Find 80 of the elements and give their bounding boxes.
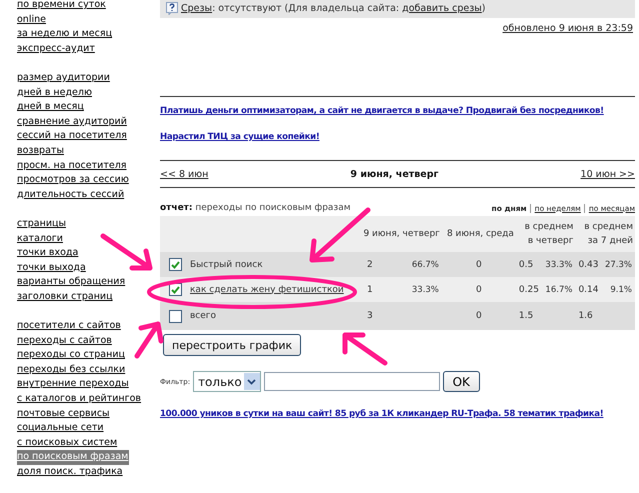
sidebar-link[interactable]: точки выхода [17,260,87,276]
count-value: 0.43 [578,260,598,270]
column-header: в среднем за 7 дней [575,216,635,252]
sidebar-link[interactable]: страницы [17,216,67,232]
slices-link[interactable]: Срезы [181,2,212,14]
sidebar-link[interactable]: переходы с сайтов [17,334,113,348]
sidebar-link[interactable]: переходы со страниц [17,348,126,363]
sidebar-link[interactable]: за неделю и месяц [17,27,114,42]
sidebar-link[interactable]: социальные сети [17,421,105,436]
count-value: 0.14 [578,284,598,294]
sidebar-link[interactable]: каталоги [17,232,64,246]
count-value: 0 [476,284,482,294]
column-header: 8 июня, среда [442,216,516,252]
sidebar-link[interactable]: экспресс-аудит [17,42,96,56]
sidebar-link[interactable]: по времени суток [17,0,107,13]
row-label: Быстрый поиск [190,260,263,270]
sidebar-link[interactable]: длительность сессий [17,188,126,202]
row-label: всего [190,311,216,321]
checkbox[interactable] [169,310,182,322]
count-value: 0.5 [518,260,534,270]
current-date: 9 июня, четверг [350,168,439,180]
sidebar-link[interactable]: по поисковым фразам [17,450,130,465]
filter-mode-select[interactable]: только [193,371,261,392]
previous-day-link[interactable]: << 8 июн [160,168,208,180]
sidebar-link[interactable]: почтовые сервисы [17,406,111,422]
count-value: 1 [367,284,373,294]
count-value: 1.5 [518,311,534,321]
rebuild-chart-button[interactable]: перестроить график [163,334,302,356]
next-day-link[interactable]: 10 июн >> [580,168,635,180]
count-value: 3 [367,311,373,321]
sidebar-link[interactable]: сравнение аудиторий [17,114,128,130]
checkmark-icon [171,260,180,268]
report-title: отчет: переходы по поисковым фразам [160,203,351,213]
ad-link[interactable]: Нарастил ТИЦ за сущие копейки! [160,132,320,142]
sidebar-link[interactable]: размер аудитории [17,70,111,86]
count-value: 2 [367,260,373,270]
annotation-arrow [134,322,164,358]
percent-value: 16.7% [545,284,572,294]
annotation-arrow [342,332,388,366]
percent-value: 66.7% [412,260,439,270]
updated-link[interactable]: обновлено 9 июня в 23:59 [502,23,633,34]
sidebar-link[interactable]: посетители с сайтов [17,319,122,334]
ok-button[interactable]: OK [442,371,480,392]
add-slices-link[interactable]: добавить срезы [402,2,482,14]
slices-info-text: Срезы: отсутствуют (Для владельца сайта: добавить срезы) [181,2,486,14]
column-header: 9 июня, четверг [358,216,442,252]
percent-value: 27.3% [604,260,632,270]
sidebar-link[interactable]: точки входа [17,246,80,261]
sidebar-link[interactable]: сессий на посетителя [17,129,128,144]
sidebar-link[interactable]: варианты обращения [17,275,126,290]
ad-link[interactable]: Платишь деньги оптимизаторам, а сайт не двигается в выдаче? Продвигай без посредников! [160,106,604,116]
checkbox[interactable] [169,283,182,296]
count-value: 0 [476,311,482,321]
phrase-link[interactable]: как сделать жену фетишисткой [190,284,344,294]
sidebar-link[interactable]: заголовки страниц [17,290,114,304]
sidebar-link[interactable]: дней в месяц [17,100,85,115]
sidebar-link[interactable]: переходы без ссылки [17,362,126,378]
checkmark-icon [171,286,180,294]
sidebar-link[interactable]: с каталогов и рейтингов [17,392,142,407]
chevron-down-icon [247,378,256,384]
column-header: в среднем в четверг [516,216,576,252]
percent-value: 9.1% [610,284,632,294]
ad-link[interactable]: 100.000 уников в сутки на ваш сайт! 85 руб за 1К кликандер RU-Трафа. 58 тематик трафика! [160,409,604,419]
sidebar-link[interactable]: возвраты [17,144,65,159]
percent-value: 33.3% [545,260,572,270]
help-icon[interactable] [166,2,178,14]
annotation-arrow [100,234,152,270]
sidebar-link[interactable]: с поисковых систем [17,436,118,450]
sidebar-link[interactable]: online [17,12,47,28]
sidebar-link[interactable]: внутренние переходы [17,377,130,392]
percent-value: 33.3% [412,284,439,294]
sidebar-link[interactable]: просм. на посетителя [17,158,128,174]
sidebar-link[interactable]: дней в неделю [17,86,93,100]
count-value: 1.6 [578,311,593,321]
count-value: 0 [476,260,482,270]
count-value: 0.25 [518,284,539,294]
checkbox[interactable] [169,258,182,271]
sidebar-link[interactable]: доля поиск. трафика [17,465,124,480]
filter-input[interactable] [264,372,440,391]
sidebar-link[interactable]: просмотров за сессию [17,173,130,188]
